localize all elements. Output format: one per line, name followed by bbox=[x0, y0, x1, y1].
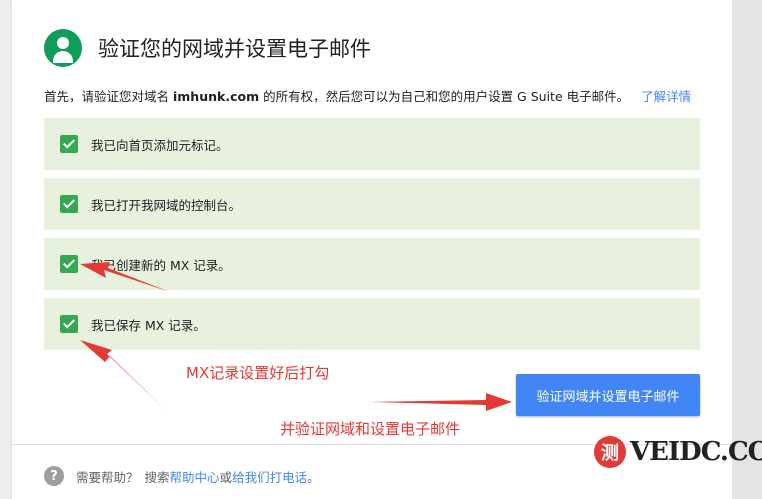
annotation-arrows bbox=[80, 262, 512, 412]
arrow-to-verify-button bbox=[370, 393, 512, 411]
watermark-badge: 测 bbox=[594, 436, 626, 468]
watermark-text: VEIDC.COM bbox=[630, 437, 762, 467]
watermark: 测 VEIDC.COM bbox=[594, 436, 762, 468]
arrow-to-save-mx bbox=[80, 340, 168, 412]
arrow-to-create-mx bbox=[80, 262, 170, 292]
